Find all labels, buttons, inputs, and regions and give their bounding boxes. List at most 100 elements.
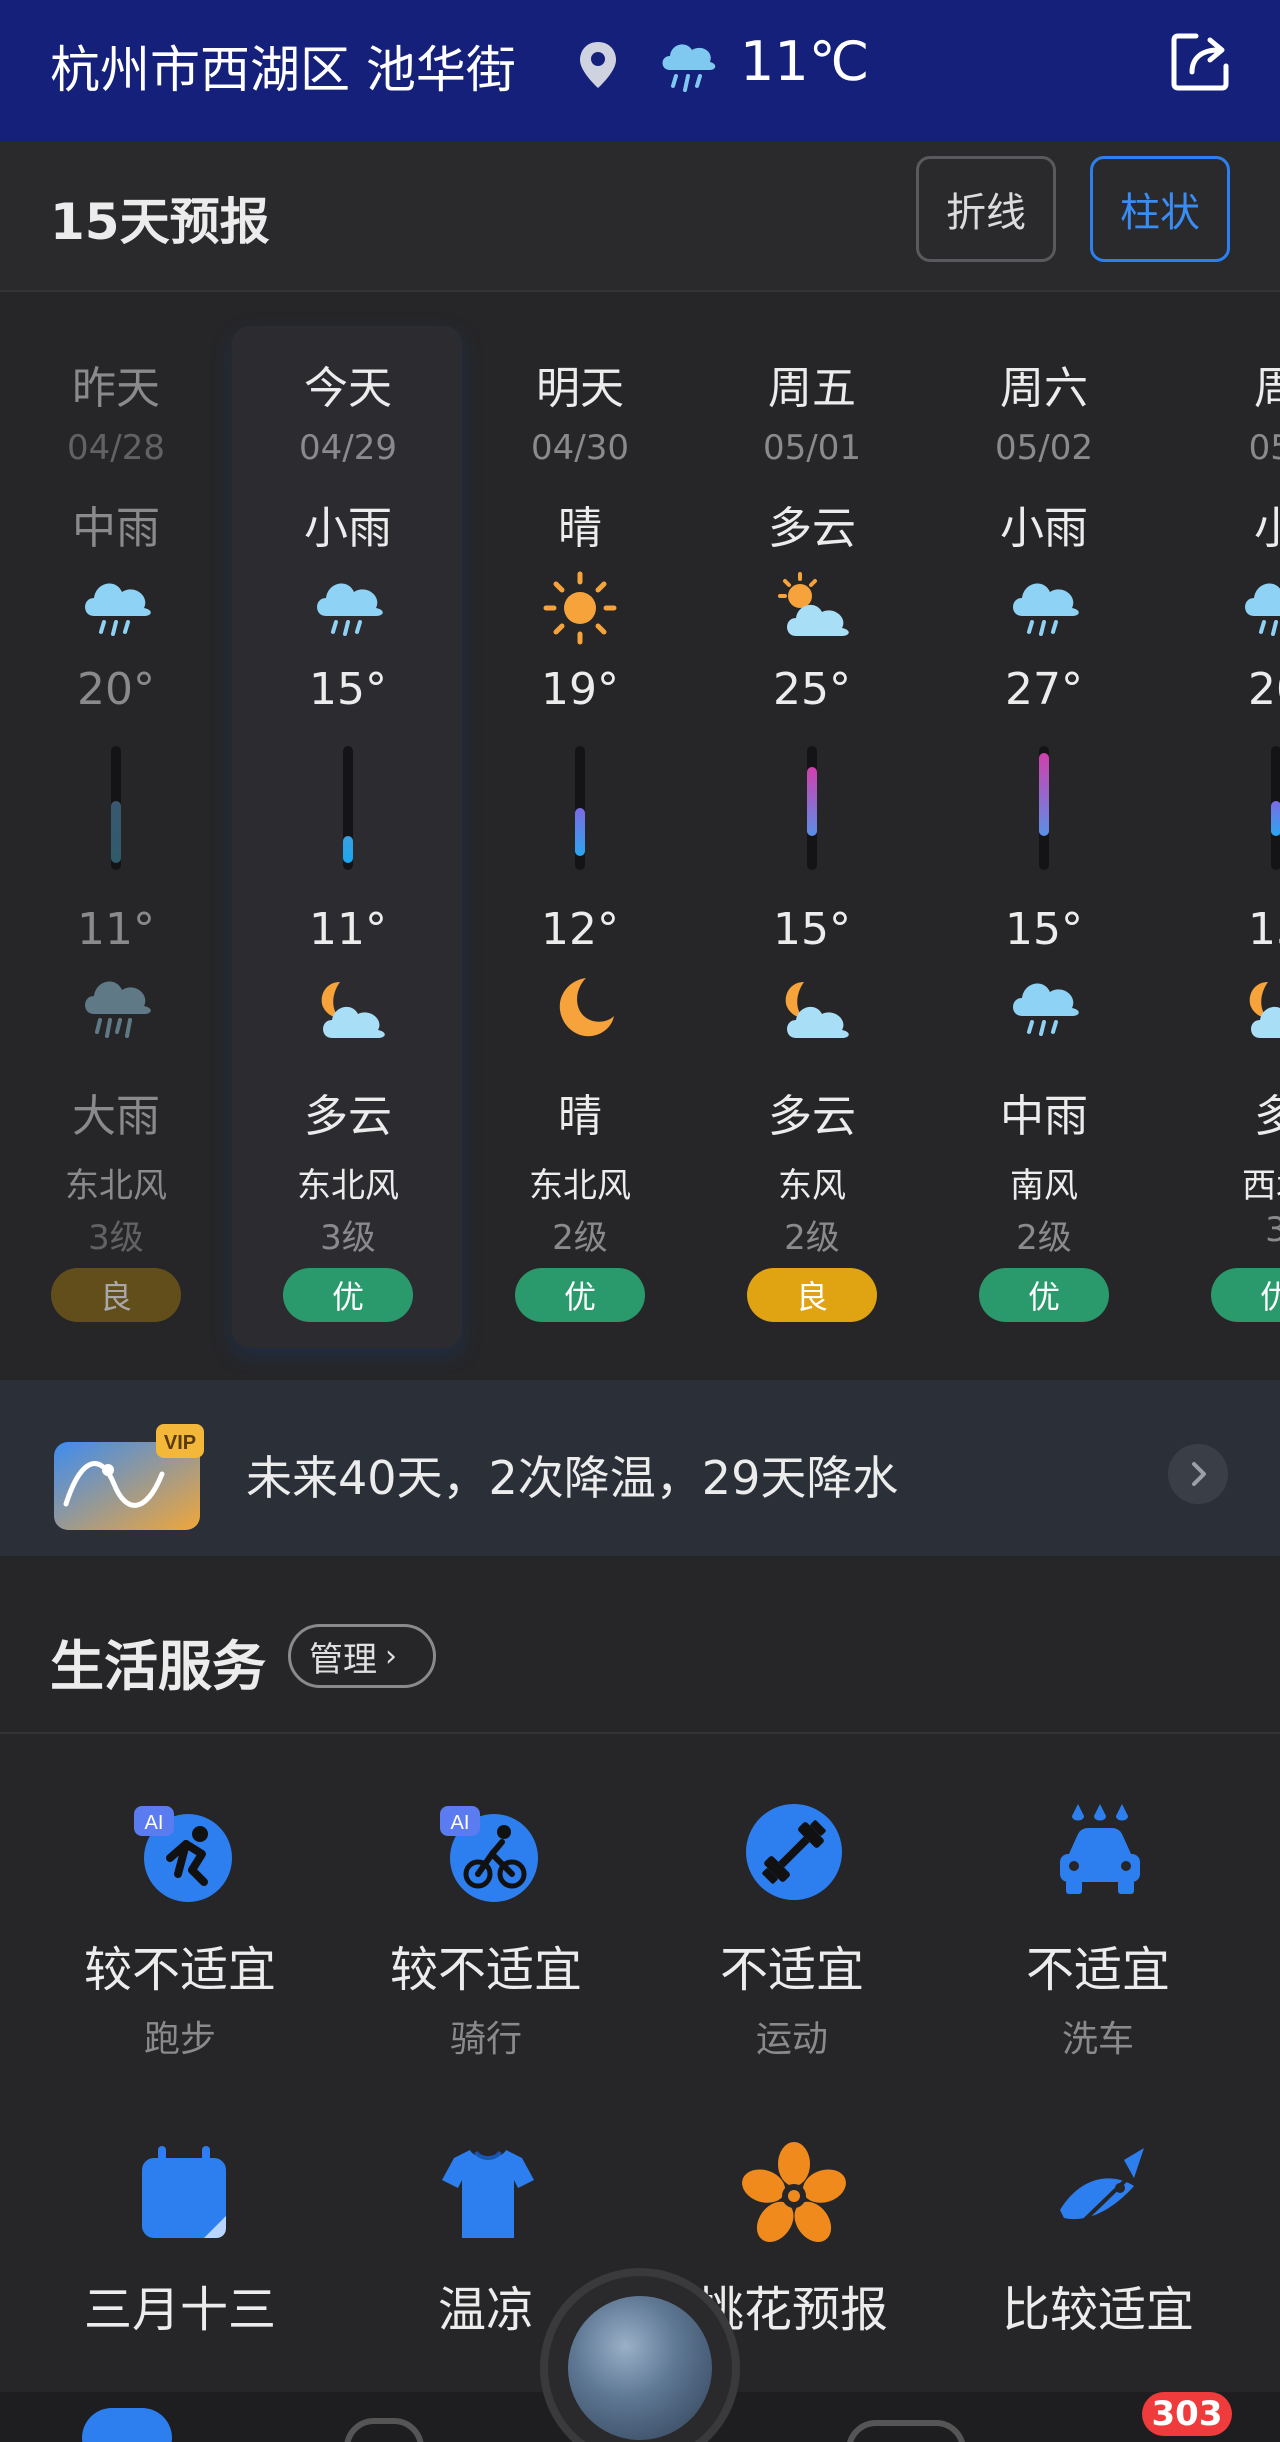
rain-cloud-icon (317, 583, 383, 636)
rain-cloud-icon (1013, 583, 1079, 636)
service-value: 较不适宜 (389, 1942, 582, 1998)
high-temperature: 25° (773, 664, 851, 715)
aqi-badge: 优 (1211, 1268, 1280, 1322)
service-label: 跑步 (143, 2019, 216, 2060)
temperature-range-bar (1271, 801, 1280, 836)
sun-icon (543, 571, 617, 645)
share-icon[interactable] (1166, 28, 1234, 96)
forecast-strip[interactable]: 昨天 04/28 中雨 20° 11° 大雨 东北风 3级良 今天 04/29 小雨 15° 11° 多云… (0, 292, 1280, 1374)
partly-cloudy-icon (778, 572, 849, 636)
life-service-item[interactable]: 不适宜 洗车 (948, 1800, 1248, 2120)
wind-direction: 东北风 (297, 1166, 399, 1206)
forecast-day-column[interactable]: 明天 04/30 晴 19° 12° 晴东北风 2级优 (464, 292, 696, 1374)
location-pin-icon[interactable] (576, 40, 620, 90)
forecast-header: 15天预报 折线 柱状 (0, 142, 1280, 292)
service-label: 洗车 (1061, 2019, 1134, 2060)
vip-banner[interactable]: VIP 未来40天，2次降温，29天降水 (0, 1380, 1280, 1556)
top-bar: 杭州市西湖区 池华街 11℃ (0, 0, 1280, 142)
community-tab-icon[interactable] (846, 2420, 966, 2442)
svg-text:AI: AI (451, 1812, 470, 1834)
service-value: 不适宜 (1025, 1942, 1170, 1998)
service-label: 运动 (755, 2019, 828, 2060)
wind-direction: 南风 (1010, 1166, 1078, 1206)
aqi-badge: 良 (747, 1268, 877, 1322)
high-temperature: 19° (541, 664, 619, 715)
notification-badge: 303 (1142, 2392, 1232, 2436)
car-wash-icon (1060, 1804, 1140, 1894)
temperature-range-bar (575, 808, 585, 857)
rain-cloud-icon (662, 44, 716, 92)
bar-view-toggle[interactable]: 柱状 (1090, 156, 1230, 262)
day-name: 昨天 (72, 363, 160, 414)
day-name: 明天 (536, 363, 624, 414)
ai-running-icon: AI (134, 1806, 232, 1902)
calendar-icon (142, 2146, 226, 2238)
temperature-range-bar (343, 835, 353, 864)
chevron-right-icon: › (385, 1638, 397, 1674)
vip-trend-icon: VIP (54, 1424, 204, 1530)
temperature-range-track (1039, 746, 1049, 870)
low-temperature: 11° (309, 904, 387, 955)
life-service-item[interactable]: AI 较不适宜 跑步 (30, 1800, 330, 2120)
rain-cloud-icon (1245, 583, 1280, 636)
service-value: 不适宜 (719, 1942, 864, 1998)
day-date: 05/02 (995, 428, 1093, 468)
high-temperature: 27° (1005, 664, 1083, 715)
temperature-range-track (343, 746, 353, 870)
rain-cloud-icon (1013, 983, 1079, 1036)
service-value: 比较适宜 (1001, 2282, 1194, 2338)
life-service-item[interactable]: 不适宜 运动 (642, 1800, 942, 2120)
manage-label: 管理 (309, 1639, 377, 1680)
wind-direction: 东风 (778, 1166, 846, 1206)
chevron-right-icon[interactable] (1168, 1444, 1228, 1504)
rain-cloud-icon (85, 583, 151, 636)
high-temperature: 15° (309, 664, 387, 715)
day-name: 周五 (768, 363, 856, 414)
day-weather: 小雨 (304, 503, 392, 554)
service-label: 骑行 (449, 2019, 522, 2060)
aqi-badge: 优 (515, 1268, 645, 1322)
day-weather: 小 (1254, 503, 1280, 554)
peach-blossom-icon (742, 2142, 846, 2243)
home-tab-icon[interactable] (82, 2408, 172, 2442)
day-date: 04/29 (299, 428, 397, 468)
forecast-title: 15天预报 (50, 193, 270, 251)
low-temperature: 15° (1005, 904, 1083, 955)
temperature-range-track (807, 746, 817, 870)
wind-direction: 东北风 (65, 1166, 167, 1206)
low-temperature: 15° (773, 904, 851, 955)
forecast-day-column[interactable]: 今天 04/29 小雨 15° 11° 多云 东北风 3级优 (232, 292, 464, 1374)
aqi-badge: 优 (283, 1268, 413, 1322)
location-name[interactable]: 杭州市西湖区 池华街 (50, 30, 516, 102)
wind-level: 2级 (1016, 1218, 1072, 1258)
day-date: 05/01 (763, 428, 861, 468)
temperature-range-bar (111, 801, 121, 864)
forecast-day-column[interactable]: 周六 05/02 小雨 27° 15° 中雨 南风 2级优 (928, 292, 1160, 1374)
forecast-day-column[interactable]: 昨天 04/28 中雨 20° 11° 大雨 东北风 3级良 (0, 292, 232, 1374)
moon-icon (559, 978, 614, 1037)
low-temperature: 12° (541, 904, 619, 955)
wind-level: 3 (1265, 1210, 1280, 1250)
manage-button[interactable]: 管理 › (288, 1624, 436, 1688)
forecast-day-column[interactable]: 周五 05/01 多云 25° 15° 多云 东风 2级良 (696, 292, 928, 1374)
night-weather: 大雨 (72, 1091, 160, 1142)
current-temperature: 11℃ (740, 30, 870, 93)
wind-level: 2级 (784, 1218, 840, 1258)
life-service-item[interactable]: AI 较不适宜骑行 (336, 1800, 636, 2120)
line-view-toggle[interactable]: 折线 (916, 156, 1056, 262)
forecast-day-column[interactable]: 周 05/小 20 15 多西北3 优 (1160, 292, 1280, 1374)
day-date: 04/28 (67, 428, 165, 468)
high-temperature: 20° (77, 664, 155, 715)
temperature-range-track (111, 746, 121, 870)
wind-level: 2级 (552, 1218, 608, 1258)
night-weather: 中雨 (1000, 1091, 1088, 1142)
vip-banner-text: 未来40天，2次降温，29天降水 (246, 1451, 899, 1505)
low-temperature: 15 (1248, 904, 1280, 955)
high-temperature: 20 (1248, 664, 1280, 715)
temperature-range-track (1271, 746, 1280, 870)
day-weather: 多云 (768, 503, 856, 554)
heavy-rain-icon (85, 981, 151, 1038)
svg-text:AI: AI (145, 1812, 164, 1834)
wind-level: 3级 (88, 1218, 144, 1258)
partly-cloudy-night-icon (321, 982, 385, 1038)
